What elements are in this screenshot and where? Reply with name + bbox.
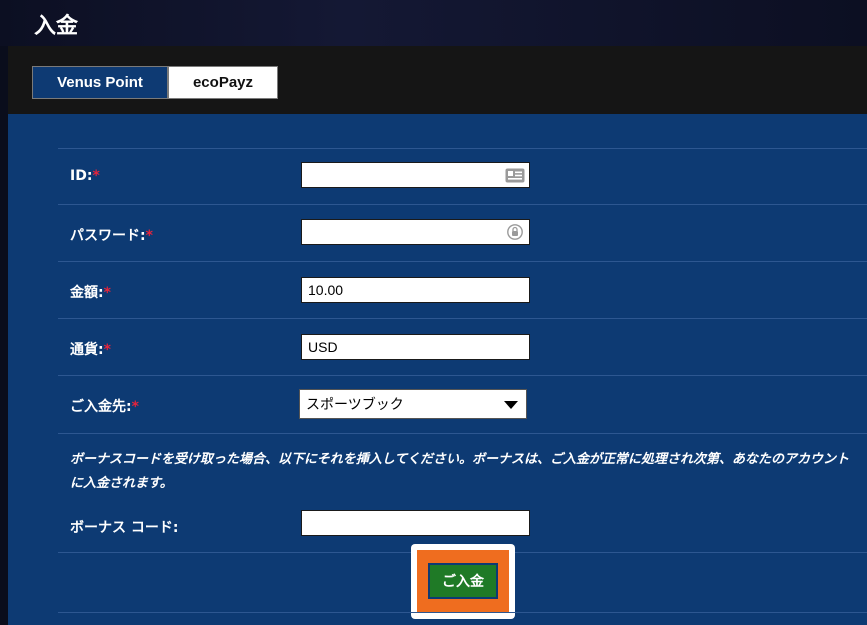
required-mark: * bbox=[103, 342, 111, 358]
currency-value: USD bbox=[308, 339, 338, 355]
amount-input[interactable]: 10.00 bbox=[301, 277, 530, 303]
bonus-notice: ボーナスコードを受け取った場合、以下にそれを挿入してください。ボーナスは、ご入金… bbox=[70, 452, 849, 491]
bonus-code-label: ボーナス コード: bbox=[70, 520, 179, 536]
id-label-text: ID: bbox=[70, 168, 93, 184]
destination-selected: スポーツブック bbox=[306, 397, 404, 413]
submit-highlight-frame: ご入金 bbox=[417, 550, 509, 613]
amount-label: 金額:* bbox=[70, 282, 111, 302]
currency-label: 通貨:* bbox=[70, 339, 111, 359]
destination-select[interactable]: スポーツブック bbox=[299, 389, 527, 419]
payment-method-tabs: Venus Point ecoPayz bbox=[8, 46, 867, 114]
divider bbox=[58, 261, 867, 262]
id-card-icon bbox=[505, 167, 525, 183]
password-label-text: パスワード: bbox=[70, 228, 146, 244]
divider bbox=[58, 204, 867, 205]
currency-label-text: 通貨: bbox=[70, 342, 104, 358]
bonus-code-input[interactable] bbox=[301, 510, 530, 536]
divider bbox=[58, 318, 867, 319]
tab-venus-point[interactable]: Venus Point bbox=[32, 66, 168, 99]
required-mark: * bbox=[103, 285, 111, 301]
password-label: パスワード:* bbox=[70, 225, 153, 245]
destination-label: ご入金先:* bbox=[70, 396, 139, 416]
page-title: 入金 bbox=[34, 14, 79, 39]
amount-value: 10.00 bbox=[308, 282, 344, 298]
required-mark: * bbox=[131, 399, 139, 415]
amount-label-text: 金額: bbox=[70, 285, 104, 301]
currency-input[interactable]: USD bbox=[301, 334, 530, 360]
lock-icon bbox=[505, 224, 525, 240]
password-input[interactable] bbox=[301, 219, 530, 245]
divider bbox=[58, 433, 867, 434]
destination-label-text: ご入金先: bbox=[70, 399, 132, 415]
id-label: ID:* bbox=[70, 168, 100, 184]
required-mark: * bbox=[145, 228, 153, 244]
tab-ecopayz[interactable]: ecoPayz bbox=[168, 66, 278, 99]
divider bbox=[58, 148, 867, 149]
top-bar: 入金 bbox=[0, 0, 867, 46]
divider bbox=[58, 612, 867, 613]
deposit-button[interactable]: ご入金 bbox=[428, 563, 498, 599]
submit-highlight: ご入金 bbox=[411, 544, 515, 619]
id-input[interactable] bbox=[301, 162, 530, 188]
required-mark: * bbox=[92, 168, 100, 184]
deposit-form: ID:* パスワード:* 金額:* 10.00 通貨:* USD ご入金先:* … bbox=[8, 114, 867, 625]
divider bbox=[58, 375, 867, 376]
chevron-down-icon bbox=[504, 401, 518, 409]
